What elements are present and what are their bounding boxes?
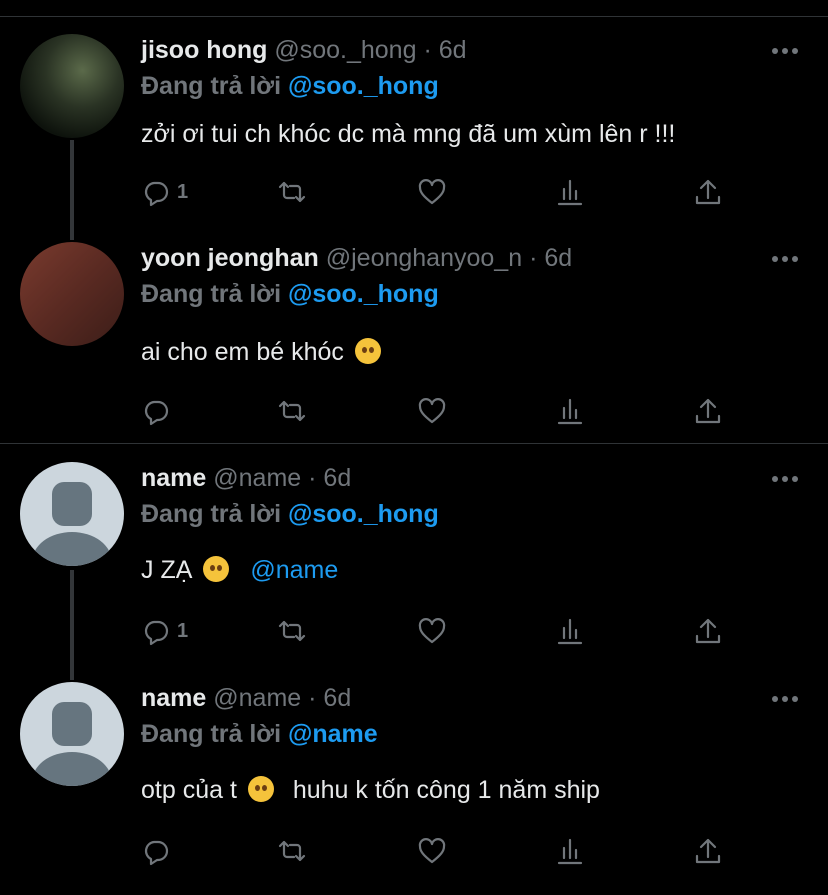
user-name[interactable]: name	[141, 684, 206, 712]
tweet-text: otp của t huhu k tốn công 1 năm ship	[141, 776, 600, 805]
tweet-header: jisoo hong @soo._hong · 6d	[141, 36, 467, 65]
like-button[interactable]	[417, 613, 447, 649]
replying-prefix: Đang trả lời	[141, 500, 288, 528]
like-icon	[418, 838, 446, 864]
replying-mention[interactable]: @soo._hong	[288, 500, 439, 528]
tweet-header: yoon jeonghan @jeonghanyoo_n · 6d	[141, 244, 572, 273]
avatar[interactable]	[20, 34, 124, 138]
retweet-icon	[278, 181, 306, 203]
tweet-time[interactable]: · 6d	[308, 464, 351, 492]
like-button[interactable]	[417, 833, 447, 869]
thread-divider	[0, 443, 828, 444]
user-handle[interactable]: @jeonghanyoo_n	[326, 244, 522, 272]
flushed-face-emoji	[203, 556, 230, 582]
tweet-actions: 1	[141, 613, 741, 649]
replying-mention[interactable]: @soo._hong	[288, 280, 439, 308]
like-icon	[418, 398, 446, 424]
like-icon	[418, 179, 446, 205]
tweet-text-continuation: huhu k tốn công 1 năm ship	[292, 776, 600, 804]
reply-count: 1	[177, 180, 189, 203]
tweet-actions	[141, 393, 741, 429]
like-icon	[418, 618, 446, 644]
retweet-button[interactable]	[277, 174, 307, 210]
avatar[interactable]	[20, 242, 124, 346]
replying-to: Đang trả lời @soo._hong	[141, 72, 439, 101]
share-button[interactable]	[693, 174, 723, 210]
replying-prefix: Đang trả lời	[141, 720, 288, 748]
reply-count: 1	[177, 619, 189, 642]
retweet-button[interactable]	[277, 393, 307, 429]
tweet-text: ai cho em bé khóc	[141, 338, 385, 367]
user-name[interactable]: jisoo hong	[141, 36, 267, 64]
more-icon[interactable]	[772, 696, 800, 704]
tweet-time[interactable]: · 6d	[423, 36, 466, 64]
share-icon	[695, 179, 721, 205]
retweet-icon	[278, 840, 306, 862]
replying-mention[interactable]: @name	[288, 720, 378, 748]
share-icon	[695, 618, 721, 644]
like-button[interactable]	[417, 174, 447, 210]
more-icon[interactable]	[772, 256, 800, 264]
tweet-text: J ZẠ @name	[141, 556, 338, 585]
replying-to: Đang trả lời @soo._hong	[141, 280, 439, 309]
share-button[interactable]	[693, 833, 723, 869]
views-button[interactable]	[555, 174, 585, 210]
tweet-time[interactable]: · 6d	[529, 244, 572, 272]
replying-to: Đang trả lời @name	[141, 720, 378, 749]
reply-icon	[144, 840, 169, 866]
tweet-header: name @name · 6d	[141, 684, 351, 713]
share-button[interactable]	[693, 393, 723, 429]
more-icon[interactable]	[772, 476, 800, 484]
views-button[interactable]	[555, 833, 585, 869]
reply-icon	[144, 400, 169, 426]
tweet-text-content: otp của t	[141, 776, 237, 804]
user-handle[interactable]: @soo._hong	[274, 36, 416, 64]
share-icon	[695, 838, 721, 864]
tweet-mention[interactable]: @name	[250, 556, 338, 584]
reply-icon	[144, 620, 169, 646]
user-name[interactable]: yoon jeonghan	[141, 244, 319, 272]
tweet-time[interactable]: · 6d	[308, 684, 351, 712]
reply-button[interactable]: 1	[141, 613, 188, 649]
tweet-text-content: ai cho em bé khóc	[141, 338, 344, 366]
retweet-icon	[278, 400, 306, 422]
crying-face-emoji	[247, 776, 274, 802]
replying-to: Đang trả lời @soo._hong	[141, 500, 439, 529]
tweet-actions: 1	[141, 174, 741, 210]
replying-prefix: Đang trả lời	[141, 280, 288, 308]
user-handle[interactable]: @name	[213, 684, 301, 712]
like-button[interactable]	[417, 393, 447, 429]
retweet-icon	[278, 620, 306, 642]
views-icon	[557, 179, 583, 206]
views-icon	[557, 838, 583, 865]
user-name[interactable]: name	[141, 464, 206, 492]
views-button[interactable]	[555, 613, 585, 649]
thread-line	[70, 570, 74, 680]
reply-icon	[144, 181, 169, 207]
reply-button[interactable]	[141, 833, 171, 869]
avatar[interactable]	[20, 682, 124, 786]
retweet-button[interactable]	[277, 833, 307, 869]
angry-face-emoji	[354, 338, 381, 364]
tweet-header: name @name · 6d	[141, 464, 351, 493]
tweet-actions	[141, 833, 741, 869]
tweet-text-content: zởi ơi tui ch khóc dc mà mng đã um xùm l…	[141, 120, 676, 148]
tweet-text: zởi ơi tui ch khóc dc mà mng đã um xùm l…	[141, 120, 675, 149]
user-handle[interactable]: @name	[213, 464, 301, 492]
more-icon[interactable]	[772, 48, 800, 56]
share-button[interactable]	[693, 613, 723, 649]
reply-button[interactable]	[141, 393, 171, 429]
share-icon	[695, 398, 721, 424]
reply-button[interactable]: 1	[141, 174, 188, 210]
top-divider	[0, 16, 828, 17]
avatar[interactable]	[20, 462, 124, 566]
tweet-text-content: J ZẠ	[141, 556, 193, 584]
views-button[interactable]	[555, 393, 585, 429]
replying-mention[interactable]: @soo._hong	[288, 72, 439, 100]
replying-prefix: Đang trả lời	[141, 72, 288, 100]
views-icon	[557, 618, 583, 645]
retweet-button[interactable]	[277, 613, 307, 649]
views-icon	[557, 398, 583, 425]
thread-line	[70, 140, 74, 240]
